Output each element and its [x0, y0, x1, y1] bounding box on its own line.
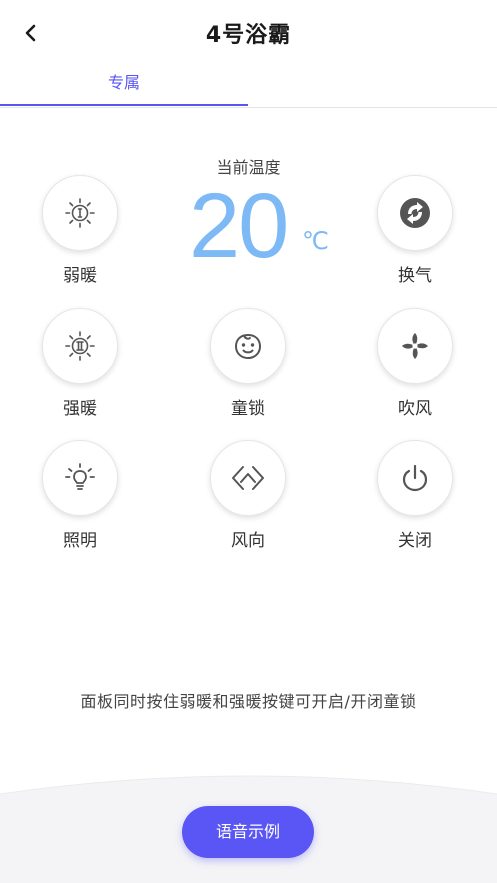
wind-direction-button[interactable] — [210, 440, 286, 516]
control-strong-heat: 强暖 — [30, 308, 130, 419]
control-label: 风向 — [231, 531, 265, 551]
tab-active-indicator — [0, 104, 248, 106]
wind-direction-icon — [232, 466, 264, 490]
blow-button[interactable] — [377, 308, 453, 384]
bulb-icon — [65, 463, 95, 490]
sun-two-icon — [65, 331, 95, 361]
control-lighting: 照明 — [30, 440, 130, 551]
ventilation-button[interactable] — [377, 175, 453, 251]
control-label: 关闭 — [398, 531, 432, 551]
power-off-button[interactable] — [377, 440, 453, 516]
temperature-value: 20 — [189, 175, 289, 277]
child-lock-hint: 面板同时按住弱暖和强暖按键可开启/开闭童锁 — [80, 692, 417, 711]
tab-exclusive[interactable]: 专属 — [0, 66, 248, 106]
child-lock-button[interactable] — [210, 308, 286, 384]
control-label: 弱暖 — [63, 266, 97, 286]
tab-bar: 专属 — [0, 66, 497, 108]
strong-heat-button[interactable] — [42, 308, 118, 384]
control-label: 强暖 — [63, 399, 97, 419]
lighting-button[interactable] — [42, 440, 118, 516]
control-label: 吹风 — [398, 399, 432, 419]
control-label: 换气 — [398, 266, 432, 286]
voice-example-button[interactable]: 语音示例 — [182, 806, 314, 858]
fan-icon — [402, 333, 428, 359]
temperature-unit: ℃ — [302, 228, 329, 255]
page-title: 4号浴霸 — [205, 23, 292, 48]
control-blow: 吹风 — [365, 308, 465, 419]
sun-one-icon — [65, 198, 95, 228]
header: 4号浴霸 — [0, 0, 497, 66]
baby-face-icon — [234, 333, 262, 360]
exchange-icon — [400, 198, 430, 228]
power-icon — [402, 464, 428, 492]
control-label: 照明 — [63, 531, 97, 551]
control-label: 童锁 — [231, 399, 265, 419]
control-child-lock: 童锁 — [198, 308, 298, 419]
control-power-off: 关闭 — [365, 440, 465, 551]
control-ventilation: 换气 — [365, 175, 465, 286]
weak-heat-button[interactable] — [42, 175, 118, 251]
tab-label: 专属 — [107, 73, 140, 92]
control-weak-heat: 弱暖 — [30, 175, 130, 286]
control-wind-direction: 风向 — [198, 440, 298, 551]
